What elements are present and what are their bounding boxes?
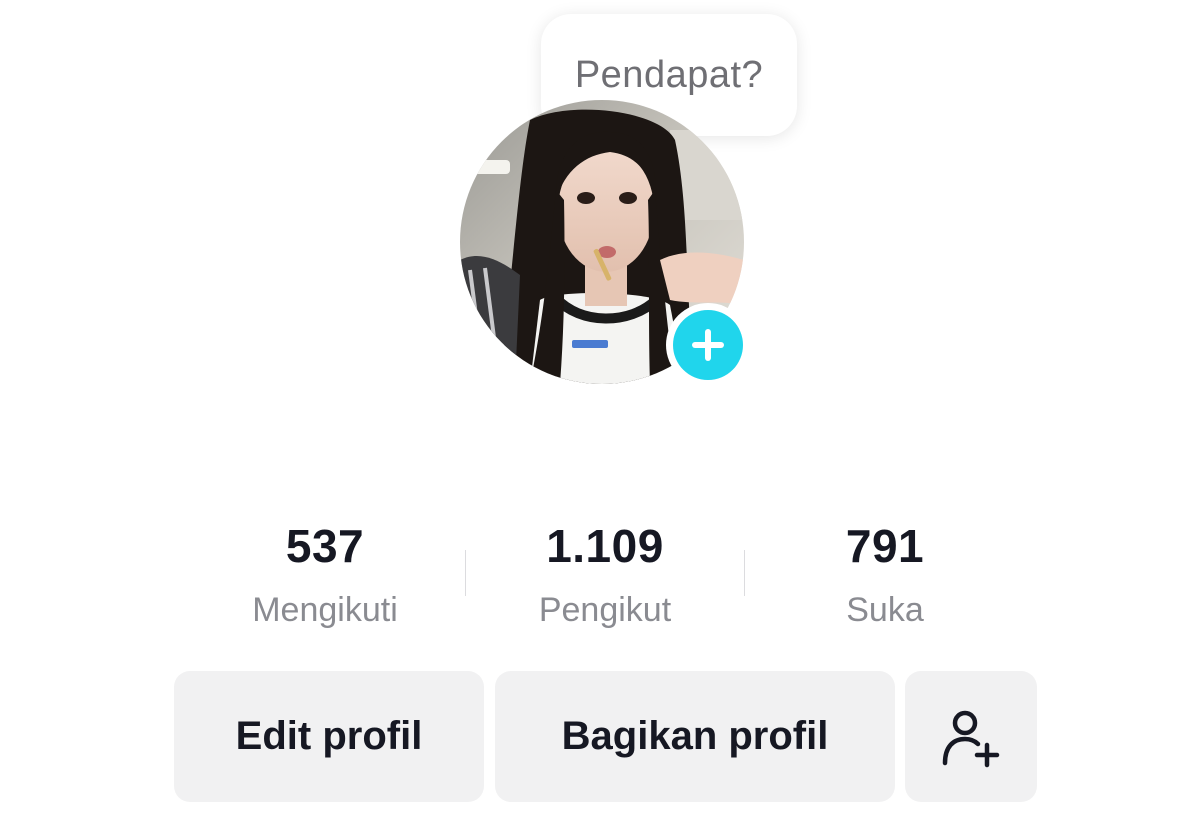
stat-following[interactable]: 537 Mengikuti [185, 518, 465, 638]
plus-icon [692, 329, 724, 361]
stat-followers[interactable]: 1.109 Pengikut [465, 518, 745, 638]
following-label: Mengikuti [252, 591, 398, 629]
likes-count: 791 [845, 520, 925, 572]
add-friend-icon [942, 710, 1000, 767]
add-story-inner [673, 310, 743, 380]
following-count: 537 [285, 520, 365, 572]
stat-likes[interactable]: 791 Suka [745, 518, 1025, 638]
add-story-button[interactable] [666, 303, 750, 387]
share-profile-button[interactable]: Bagikan profil [495, 671, 895, 802]
likes-label: Suka [846, 591, 924, 629]
stat-divider [465, 550, 466, 596]
share-profile-label: Bagikan profil [561, 714, 829, 758]
followers-label: Pengikut [538, 591, 672, 629]
avatar-container [460, 100, 750, 390]
profile-stats: 537 Mengikuti 1.109 Pengikut 791 Suka [185, 518, 1025, 638]
edit-profile-label: Edit profil [235, 714, 423, 758]
note-text: Pendapat? [574, 53, 764, 96]
add-friend-button[interactable] [905, 671, 1037, 802]
followers-count: 1.109 [546, 520, 664, 572]
edit-profile-button[interactable]: Edit profil [174, 671, 484, 802]
